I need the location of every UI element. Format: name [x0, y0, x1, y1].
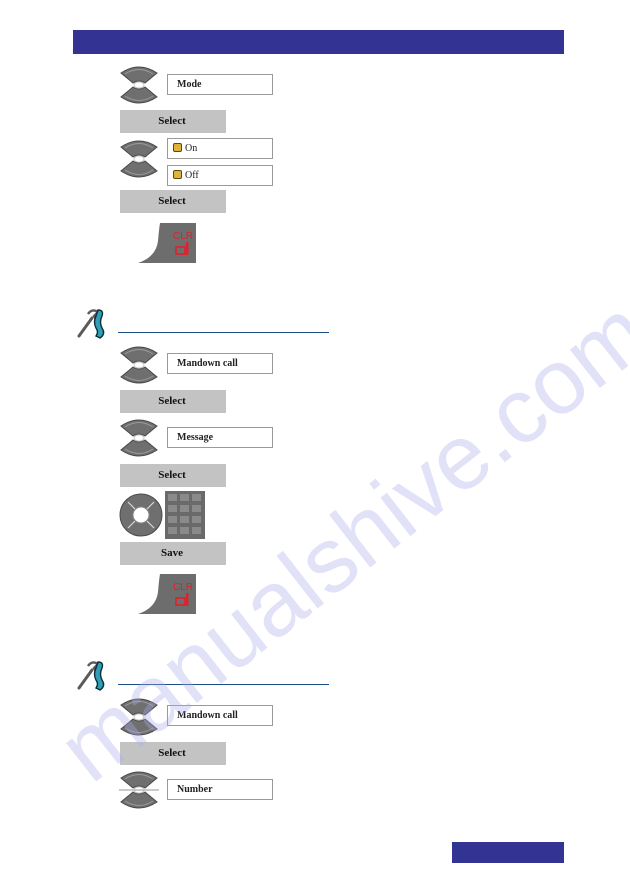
field-label: Mode [177, 79, 202, 90]
radio-led-icon [173, 143, 182, 152]
navigation-keypad-icon [119, 491, 211, 539]
select-softkey[interactable]: Select [120, 464, 226, 487]
option-label: Off [185, 170, 199, 181]
nav-up-down-icon [119, 63, 159, 107]
save-softkey[interactable]: Save [120, 542, 226, 565]
clr-key-icon[interactable] [138, 574, 196, 614]
nav-up-down-icon [119, 768, 159, 812]
settings-tool-phone-icon [76, 658, 108, 692]
menu-field-mode: Mode [167, 74, 273, 95]
field-label: Number [177, 784, 213, 795]
field-label: Message [177, 432, 214, 443]
option-on[interactable]: On [167, 138, 273, 159]
option-label: On [185, 143, 198, 154]
field-label: Mandown call [177, 358, 238, 369]
select-softkey[interactable]: Select [120, 390, 226, 413]
nav-up-down-icon [119, 695, 159, 739]
select-softkey[interactable]: Select [120, 190, 226, 213]
nav-up-down-icon [119, 416, 159, 460]
nav-up-down-icon [119, 137, 159, 181]
option-off[interactable]: Off [167, 165, 273, 186]
clr-key-icon[interactable] [138, 223, 196, 263]
select-softkey[interactable]: Select [120, 742, 226, 765]
menu-field-mandown-call: Mandown call [167, 353, 273, 374]
section-divider [118, 684, 329, 685]
page-footer-bar [452, 842, 564, 863]
menu-field-message: Message [167, 427, 273, 448]
radio-led-icon [173, 170, 182, 179]
select-softkey[interactable]: Select [120, 110, 226, 133]
menu-field-mandown-call: Mandown call [167, 705, 273, 726]
nav-up-down-icon [119, 343, 159, 387]
menu-field-number: Number [167, 779, 273, 800]
settings-tool-phone-icon [76, 306, 108, 340]
page-header-bar [73, 30, 564, 54]
field-label: Mandown call [177, 710, 238, 721]
section-divider [118, 332, 329, 333]
